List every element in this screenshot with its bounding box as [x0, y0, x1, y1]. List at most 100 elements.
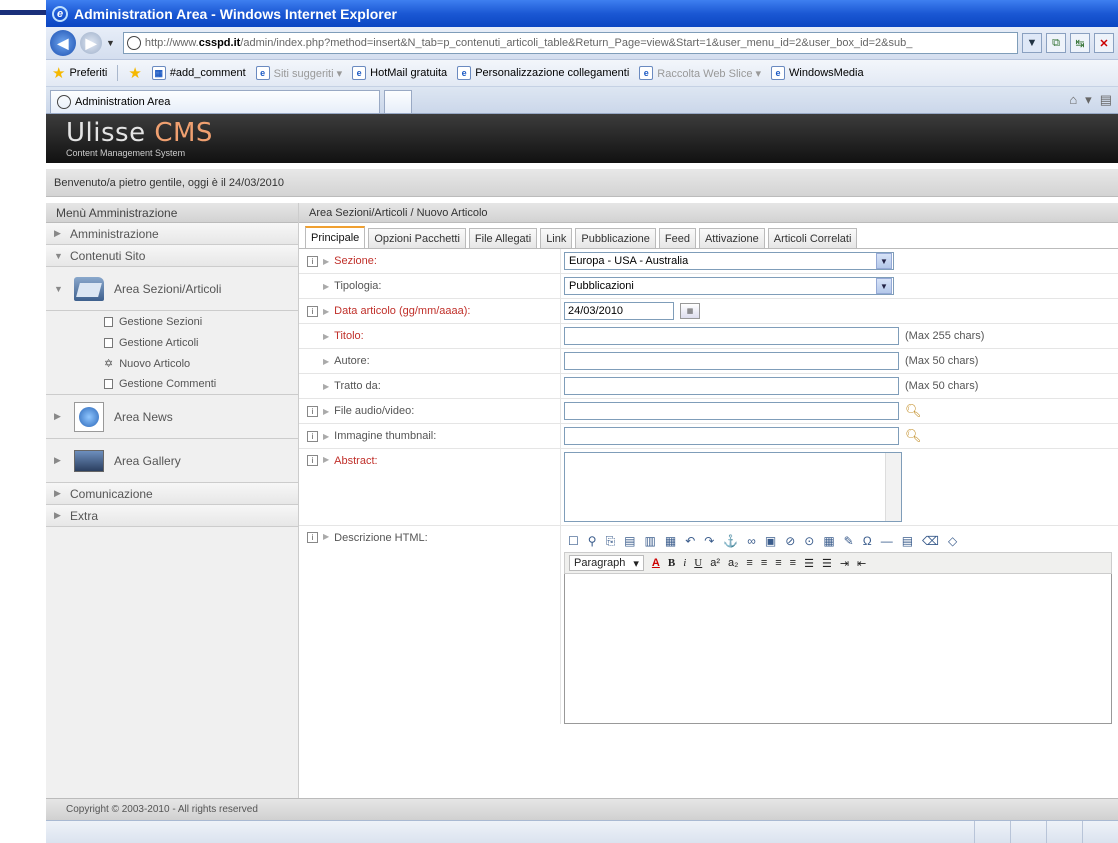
favorites-button[interactable]: ★ Preferiti — [52, 64, 107, 82]
info-icon[interactable]: i — [307, 305, 318, 317]
bullet-list-icon[interactable]: ☰ — [822, 557, 832, 570]
tratto-input[interactable] — [564, 377, 899, 395]
sidebar-item-area-news[interactable]: ▶ Area News — [46, 395, 298, 439]
info-icon[interactable]: i — [307, 455, 318, 466]
info-icon[interactable]: i — [307, 430, 318, 442]
format-select[interactable]: Paragraph ▾ — [569, 555, 644, 571]
sidebar-item-area-gallery[interactable]: ▶ Area Gallery — [46, 439, 298, 483]
tab-pubblicazione[interactable]: Pubblicazione — [575, 228, 656, 248]
superscript-icon[interactable]: a² — [710, 557, 720, 569]
media-icon[interactable]: ⊙ — [804, 534, 814, 548]
table-icon[interactable]: ▦ — [823, 534, 834, 548]
source-code-icon[interactable]: ◇ — [948, 534, 957, 548]
sidebar-item-contenuti[interactable]: ▼ Contenuti Sito — [46, 245, 298, 267]
template-icon[interactable]: ▤ — [902, 534, 913, 548]
ordered-list-icon[interactable]: ☰ — [804, 557, 814, 570]
info-icon[interactable]: i — [307, 532, 318, 543]
sidebar-item-comunicazione[interactable]: ▶ Comunicazione — [46, 483, 298, 505]
home-dropdown-icon[interactable]: ▾ — [1085, 92, 1092, 108]
audio-input[interactable] — [564, 402, 899, 420]
fav-item-windowsmedia[interactable]: e WindowsMedia — [771, 66, 864, 80]
tipologia-select[interactable]: Pubblicazioni ▼ — [564, 277, 894, 295]
paste-word-icon[interactable]: ▦ — [665, 534, 676, 548]
welcome-bar: Benvenuto/a pietro gentile, oggi è il 24… — [46, 169, 1118, 197]
copy-icon[interactable]: ⎘ — [606, 534, 616, 549]
ie-page-icon: e — [352, 66, 367, 80]
subscript-icon[interactable]: a₂ — [728, 557, 738, 569]
preview-icon[interactable]: ⚲ — [588, 534, 597, 548]
tab-opzioni-pacchetti[interactable]: Opzioni Pacchetti — [368, 228, 466, 248]
undo-icon[interactable]: ↶ — [685, 534, 695, 548]
tab-attivazione[interactable]: Attivazione — [698, 228, 765, 248]
scrollbar[interactable] — [885, 453, 901, 521]
underline-icon[interactable]: U — [694, 557, 702, 569]
address-bar[interactable]: http://www.csspd.it/admin/index.php?meth… — [122, 32, 1018, 54]
new-tab-button[interactable] — [384, 90, 412, 113]
new-document-icon[interactable]: ☐ — [568, 534, 579, 548]
compatibility-view-icon[interactable]: ⧉ — [1046, 33, 1066, 53]
search-icon[interactable]: 🔍︎ — [905, 403, 922, 419]
tab-feed[interactable]: Feed — [658, 228, 696, 248]
sezione-select[interactable]: Europa - USA - Australia ▼ — [564, 252, 894, 270]
fav-item-add-comment[interactable]: ▦ #add_comment — [151, 66, 246, 80]
tab-articoli-correlati[interactable]: Articoli Correlati — [767, 228, 858, 248]
italic-icon[interactable]: i — [683, 557, 686, 569]
info-icon[interactable]: i — [307, 255, 318, 267]
tab-link[interactable]: Link — [540, 228, 573, 248]
sidebar-subitem-nuovo-articolo[interactable]: ✡ Nuovo Articolo — [46, 353, 298, 374]
history-dropdown-icon[interactable]: ▼ — [106, 38, 115, 48]
forward-button[interactable]: ▶ — [80, 32, 102, 54]
row-abstract: i ▶ Abstract: — [299, 449, 1118, 526]
cleanup-icon[interactable]: ⌫ — [922, 534, 939, 548]
link-icon[interactable]: ∞ — [747, 534, 756, 548]
calendar-icon[interactable]: ▦ — [680, 303, 700, 319]
redo-icon[interactable]: ↷ — [704, 534, 714, 548]
align-justify-icon[interactable]: ≡ — [790, 557, 796, 569]
sidebar-subitem-gestione-sezioni[interactable]: Gestione Sezioni — [46, 311, 298, 332]
titolo-input[interactable] — [564, 327, 899, 345]
horizontal-rule-icon[interactable]: — — [881, 534, 893, 548]
image-icon[interactable]: ▣ — [765, 534, 776, 548]
browser-tab-active[interactable]: Administration Area — [50, 90, 380, 113]
align-right-icon[interactable]: ≡ — [775, 557, 781, 569]
row-tratto: ▶ Tratto da: (Max 50 chars) — [299, 374, 1118, 399]
search-icon[interactable]: 🔍︎ — [905, 428, 922, 444]
autore-input[interactable] — [564, 352, 899, 370]
edit-table-icon[interactable]: ✎ — [844, 534, 854, 548]
align-center-icon[interactable]: ≡ — [761, 557, 767, 569]
editor-content-area[interactable] — [564, 574, 1112, 724]
font-color-icon[interactable]: A — [652, 557, 660, 569]
sidebar-item-amministrazione[interactable]: ▶ Amministrazione — [46, 223, 298, 245]
outdent-icon[interactable]: ⇤ — [857, 557, 866, 570]
bold-icon[interactable]: B — [668, 557, 675, 569]
back-button[interactable]: ◀ — [50, 30, 76, 56]
home-icon[interactable]: ⌂ — [1069, 92, 1077, 108]
fav-item-hotmail[interactable]: e HotMail gratuita — [352, 66, 447, 80]
info-icon[interactable]: i — [307, 405, 318, 417]
sidebar-subitem-gestione-articoli[interactable]: Gestione Articoli — [46, 332, 298, 353]
add-favorites-icon[interactable]: ★ — [128, 64, 141, 82]
fav-item-suggested[interactable]: e Siti suggeriti ▾ — [255, 66, 342, 80]
address-dropdown-button[interactable]: ▼ — [1022, 33, 1042, 53]
align-left-icon[interactable]: ≡ — [746, 557, 752, 569]
paste-icon[interactable]: ▤ — [624, 534, 635, 548]
fav-item-personalize[interactable]: e Personalizzazione collegamenti — [457, 66, 629, 80]
anchor-icon[interactable]: ⚓ — [723, 534, 738, 548]
sidebar-item-extra[interactable]: ▶ Extra — [46, 505, 298, 527]
abstract-textarea[interactable] — [564, 452, 902, 522]
sidebar-item-area-sezioni[interactable]: ▼ Area Sezioni/Articoli — [46, 267, 298, 311]
tab-principale[interactable]: Principale — [305, 226, 366, 248]
unlink-icon[interactable]: ⊘ — [785, 534, 795, 548]
sidebar-subitem-gestione-commenti[interactable]: Gestione Commenti — [46, 374, 298, 395]
paste-text-icon[interactable]: ▥ — [645, 534, 656, 548]
data-input[interactable]: 24/03/2010 — [564, 302, 674, 320]
chevron-down-icon: ▼ — [876, 253, 892, 269]
fav-item-webslice[interactable]: e Raccolta Web Slice ▾ — [639, 66, 761, 80]
feeds-icon[interactable]: ▤ — [1100, 92, 1112, 108]
tab-file-allegati[interactable]: File Allegati — [468, 228, 538, 248]
refresh-icon[interactable]: ↹ — [1070, 33, 1090, 53]
stop-icon[interactable]: ✕ — [1094, 33, 1114, 53]
thumb-input[interactable] — [564, 427, 899, 445]
indent-icon[interactable]: ⇥ — [840, 557, 849, 570]
special-char-icon[interactable]: Ω — [863, 534, 872, 548]
